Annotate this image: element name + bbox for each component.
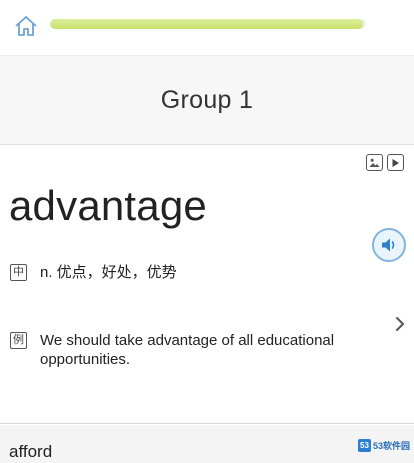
watermark-text: 53软件园 bbox=[373, 440, 411, 451]
image-icon bbox=[369, 158, 380, 167]
progress-bar bbox=[50, 19, 366, 29]
page-title: Group 1 bbox=[160, 85, 254, 114]
next-word-item[interactable]: afford bbox=[0, 425, 414, 463]
chevron-right-icon bbox=[396, 317, 404, 331]
example-tag-icon: 例 bbox=[10, 332, 27, 349]
word-card: advantage 中 n. 优点，好处，优势 例 We should take… bbox=[0, 146, 414, 424]
example-row: 例 We should take advantage of all educat… bbox=[10, 331, 370, 369]
group-header: Group 1 bbox=[0, 55, 414, 145]
meaning-row: 中 n. 优点，好处，优势 bbox=[10, 263, 177, 282]
play-button[interactable] bbox=[387, 154, 404, 171]
home-button[interactable] bbox=[10, 10, 42, 42]
top-bar bbox=[0, 0, 414, 52]
next-word-label: afford bbox=[9, 442, 53, 461]
home-icon bbox=[15, 16, 37, 36]
next-card-button[interactable] bbox=[392, 314, 408, 334]
speaker-icon bbox=[382, 238, 395, 252]
watermark: 53 53软件园 bbox=[358, 438, 410, 452]
meaning-text: n. 优点，好处，优势 bbox=[40, 264, 177, 281]
meaning-tag-icon: 中 bbox=[10, 264, 27, 281]
word-heading: advantage bbox=[9, 182, 207, 229]
progress-fill bbox=[50, 19, 363, 29]
image-button[interactable] bbox=[366, 154, 383, 171]
pronounce-button[interactable] bbox=[372, 228, 406, 262]
watermark-logo: 53 bbox=[358, 438, 371, 452]
example-text: We should take advantage of all educatio… bbox=[40, 332, 335, 368]
play-icon bbox=[392, 158, 399, 167]
card-tools bbox=[366, 154, 404, 171]
